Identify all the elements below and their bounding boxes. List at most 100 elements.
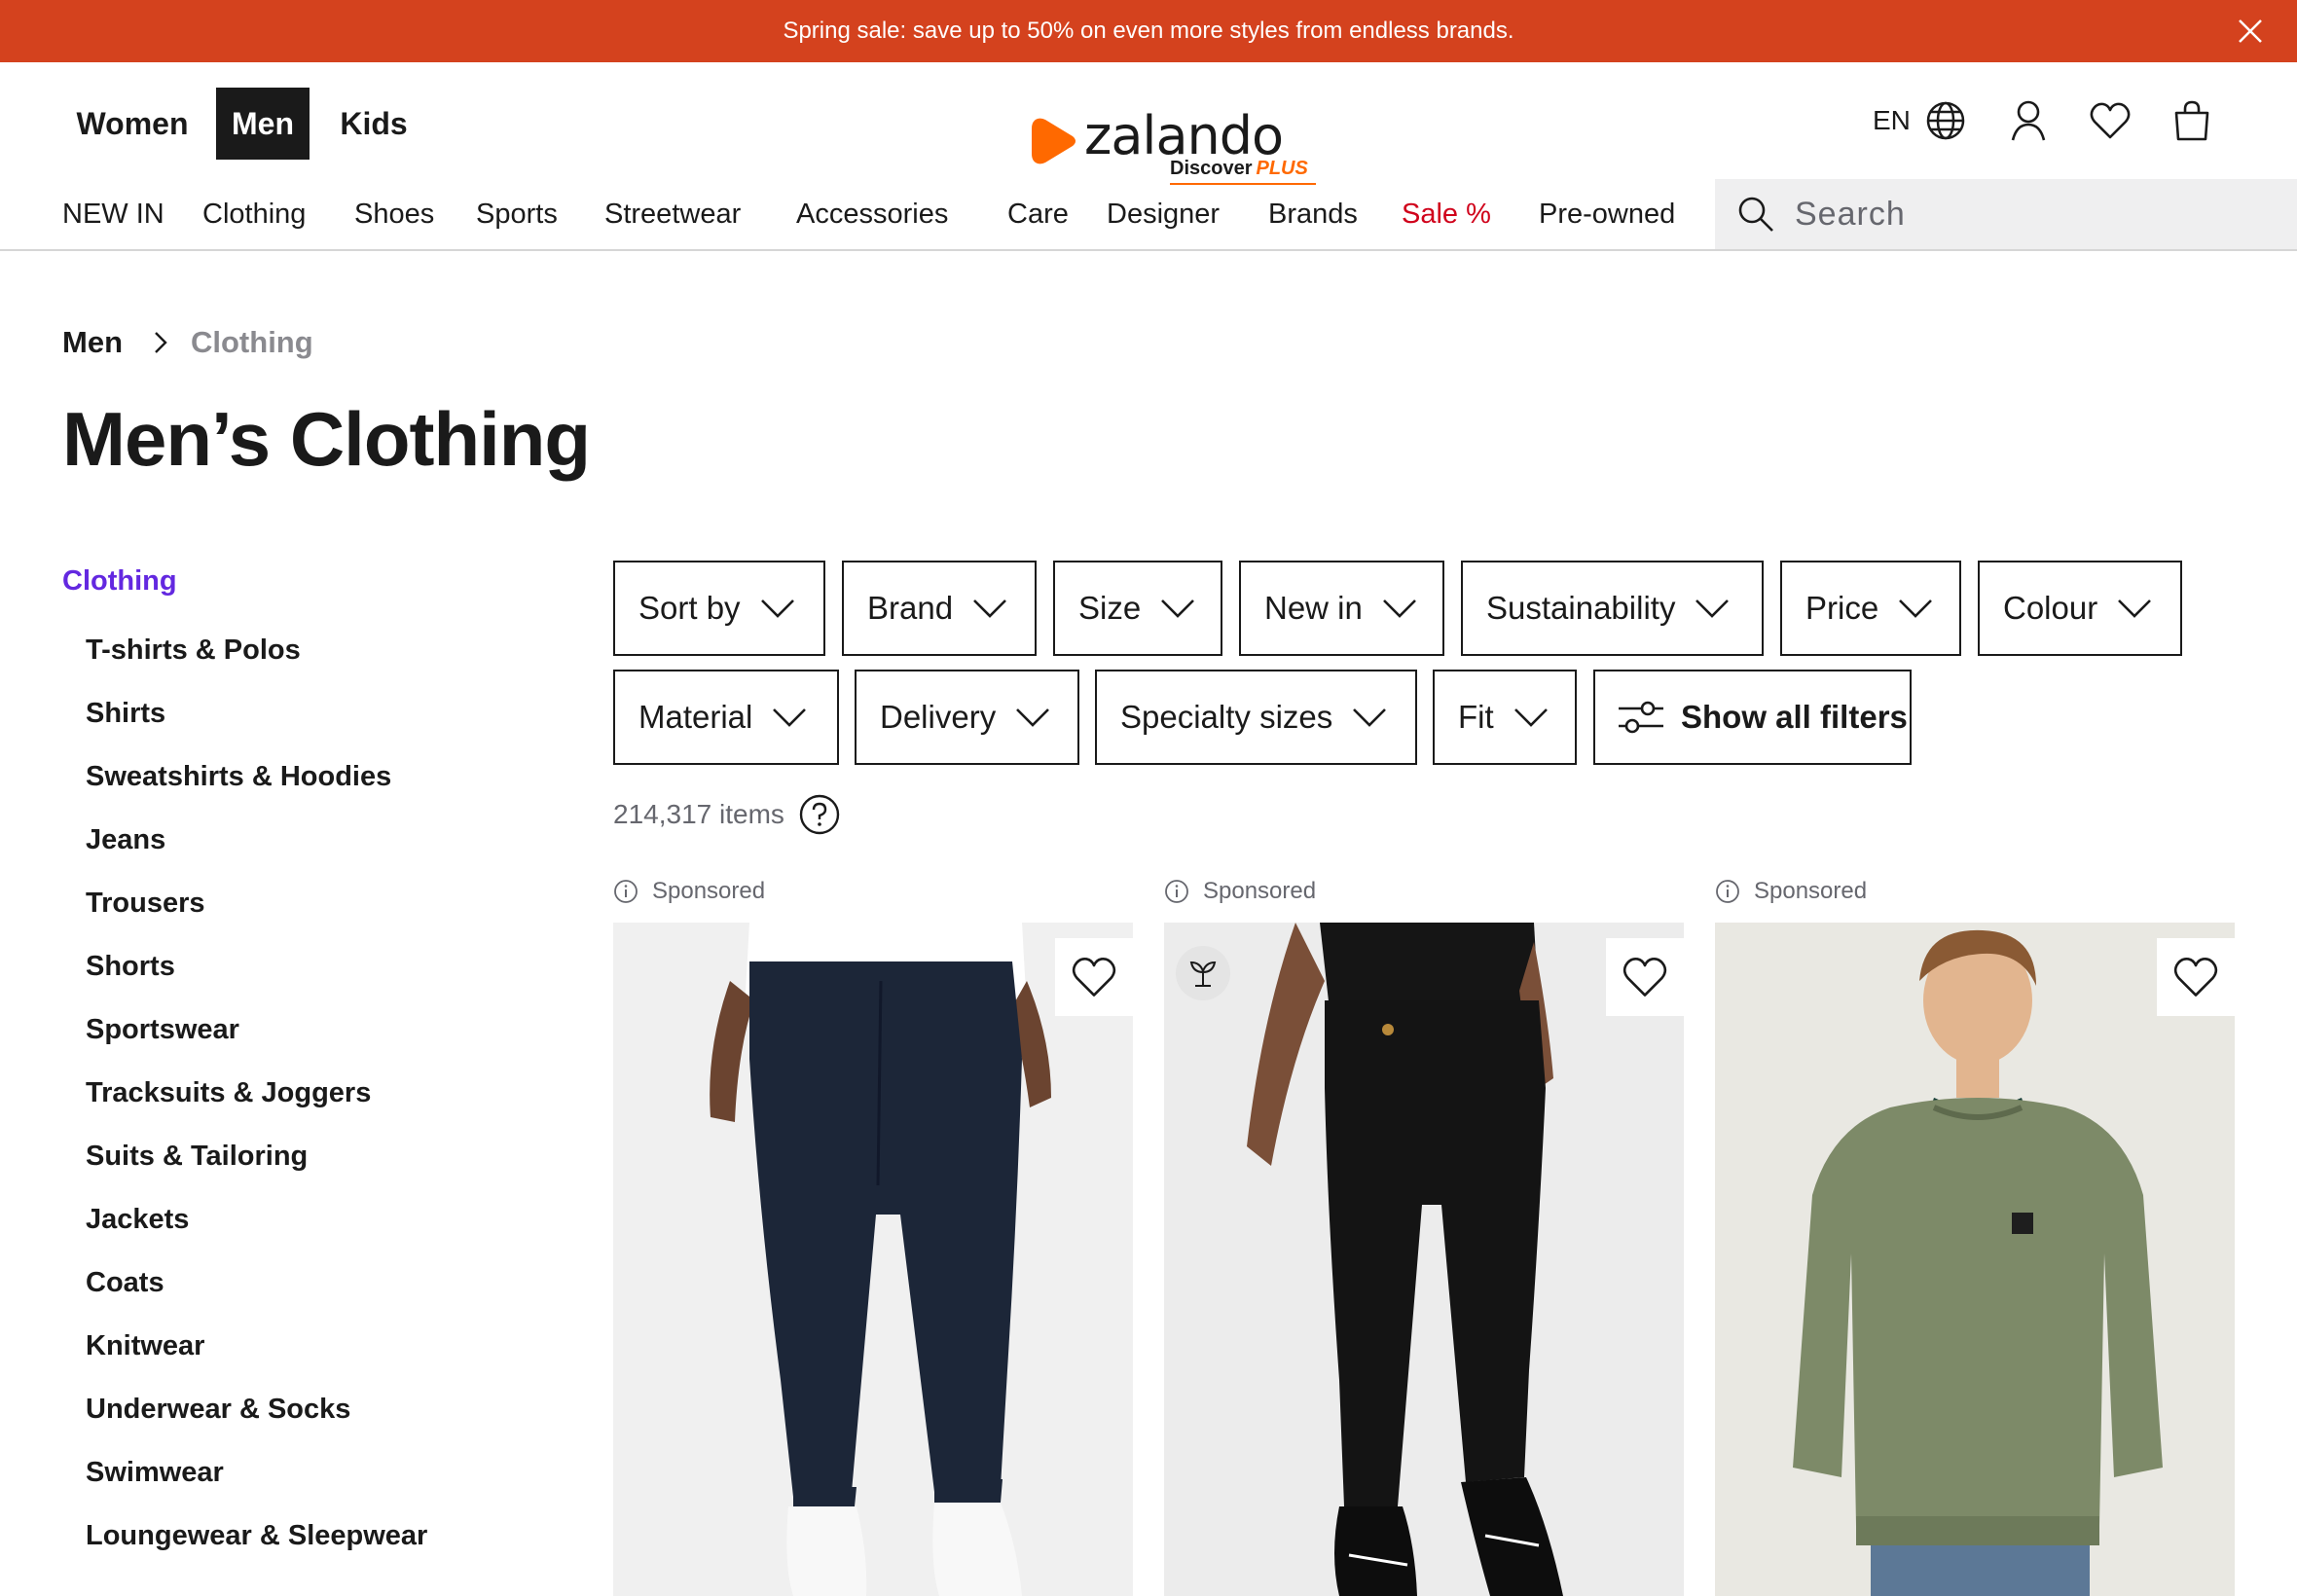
heart-icon[interactable] (2089, 99, 2132, 142)
sponsored-label[interactable]: Sponsored (1164, 878, 1316, 905)
chevron-down-icon (1693, 597, 1732, 620)
filter-material[interactable]: Material (613, 670, 839, 765)
chevron-down-icon (2115, 597, 2154, 620)
chevron-right-icon (152, 330, 169, 355)
gender-tab-kids[interactable]: Kids (325, 88, 422, 160)
sponsored-label[interactable]: Sponsored (1715, 878, 1867, 905)
user-icon[interactable] (2007, 99, 2050, 142)
wishlist-heart-icon[interactable] (1606, 938, 1684, 1016)
filter-colour[interactable]: Colour (1978, 561, 2182, 656)
chevron-down-icon (1380, 597, 1419, 620)
sidebar-item-jackets[interactable]: Jackets (86, 1188, 549, 1251)
filter-label: Brand (867, 590, 954, 626)
filter-fit[interactable]: Fit (1433, 670, 1577, 765)
filter-label: Size (1078, 590, 1142, 626)
breadcrumb-current: Clothing (191, 325, 313, 359)
filter-new-in[interactable]: New in (1239, 561, 1444, 656)
sidebar-item-underwear-socks[interactable]: Underwear & Socks (86, 1378, 549, 1441)
nav-accessories[interactable]: Accessories (796, 199, 948, 231)
wishlist-heart-icon[interactable] (1055, 938, 1133, 1016)
filter-brand[interactable]: Brand (842, 561, 1037, 656)
sidebar-item-trousers[interactable]: Trousers (86, 872, 549, 935)
sidebar-item-swimwear[interactable]: Swimwear (86, 1441, 549, 1505)
filter-specialty-sizes[interactable]: Specialty sizes (1095, 670, 1417, 765)
filter-label: Sustainability (1486, 590, 1676, 626)
wishlist-heart-icon[interactable] (2157, 938, 2235, 1016)
nav-clothing[interactable]: Clothing (202, 199, 306, 231)
sustainability-sprout-icon (1176, 946, 1230, 1000)
search-icon (1736, 195, 1775, 234)
chevron-down-icon (1013, 706, 1052, 729)
product-card[interactable] (1164, 923, 1684, 1596)
search-input[interactable] (1795, 195, 2262, 234)
sidebar: Clothing T-shirts & Polos Shirts Sweatsh… (62, 555, 549, 1568)
nav-sale[interactable]: Sale % (1402, 199, 1491, 231)
sidebar-heading-clothing[interactable]: Clothing (62, 555, 549, 607)
sidebar-item-sportswear[interactable]: Sportswear (86, 998, 549, 1062)
filter-label: New in (1264, 590, 1363, 626)
product-image (613, 923, 1133, 1596)
sponsored-text: Sponsored (1203, 878, 1317, 904)
sidebar-item-suits-tailoring[interactable]: Suits & Tailoring (86, 1125, 549, 1188)
sidebar-item-jeans[interactable]: Jeans (86, 809, 549, 872)
filter-size[interactable]: Size (1053, 561, 1222, 656)
gender-tab-women[interactable]: Women (62, 88, 202, 160)
zalando-logo-icon (1032, 118, 1076, 164)
header-actions: EN (1873, 91, 1967, 150)
sidebar-item-shirts[interactable]: Shirts (86, 682, 549, 745)
filter-label: Material (638, 699, 753, 735)
filter-sustainability[interactable]: Sustainability (1461, 561, 1764, 656)
help-circle-icon[interactable] (798, 793, 841, 836)
search-bar[interactable] (1715, 179, 2297, 249)
sidebar-item-knitwear[interactable]: Knitwear (86, 1315, 549, 1378)
nav-pre-owned[interactable]: Pre-owned (1539, 199, 1675, 231)
filter-label: Specialty sizes (1120, 699, 1333, 735)
show-all-filters-button[interactable]: Show all filters (1593, 670, 1912, 765)
filter-sort-by[interactable]: Sort by (613, 561, 825, 656)
sponsored-text: Sponsored (1754, 878, 1868, 904)
chevron-down-icon (770, 706, 809, 729)
product-card[interactable] (1715, 923, 2235, 1596)
nav-brands[interactable]: Brands (1268, 199, 1358, 231)
chevron-down-icon (758, 597, 797, 620)
nav-new-in[interactable]: NEW IN (62, 199, 164, 231)
language-label[interactable]: EN (1873, 105, 1911, 136)
header-cart (2170, 91, 2213, 150)
nav-designer[interactable]: Designer (1107, 199, 1220, 231)
filter-delivery[interactable]: Delivery (855, 670, 1079, 765)
nav-streetwear[interactable]: Streetwear (604, 199, 741, 231)
filter-label: Price (1805, 590, 1879, 626)
product-card[interactable] (613, 923, 1133, 1596)
nav-care[interactable]: Care (1007, 199, 1069, 231)
chevron-down-icon (970, 597, 1009, 620)
product-image (1164, 923, 1684, 1596)
filter-label: Colour (2003, 590, 2098, 626)
info-icon (1715, 879, 1740, 904)
breadcrumb-men[interactable]: Men (62, 325, 123, 360)
filter-price[interactable]: Price (1780, 561, 1961, 656)
sidebar-item-sweatshirts-hoodies[interactable]: Sweatshirts & Hoodies (86, 745, 549, 809)
close-icon[interactable] (2233, 14, 2268, 49)
logo-subtitle: Discover PLUS (1170, 158, 1308, 179)
header: Women Men Kids zalando Discover PLUS EN (0, 62, 2297, 185)
results-count-label: 214,317 items (613, 799, 784, 829)
globe-icon[interactable] (1924, 99, 1967, 142)
nav-shoes[interactable]: Shoes (354, 199, 434, 231)
breadcrumb: Men Clothing (62, 325, 313, 360)
sidebar-item-tshirts-polos[interactable]: T-shirts & Polos (86, 619, 549, 682)
sidebar-item-coats[interactable]: Coats (86, 1251, 549, 1315)
sponsored-label[interactable]: Sponsored (613, 878, 765, 905)
sponsored-text: Sponsored (652, 878, 766, 904)
sidebar-item-shorts[interactable]: Shorts (86, 935, 549, 998)
nav-sports[interactable]: Sports (476, 199, 558, 231)
shopping-bag-icon[interactable] (2170, 99, 2213, 142)
sidebar-item-tracksuits-joggers[interactable]: Tracksuits & Joggers (86, 1062, 549, 1125)
promo-banner[interactable]: Spring sale: save up to 50% on even more… (0, 0, 2297, 62)
category-nav: NEW IN Clothing Shoes Sports Streetwear … (0, 179, 2297, 251)
filter-sliders-icon (1617, 698, 1665, 737)
header-wishlist (2089, 91, 2132, 150)
gender-tab-men[interactable]: Men (216, 88, 310, 160)
sidebar-item-loungewear-sleepwear[interactable]: Loungewear & Sleepwear (86, 1505, 549, 1568)
chevron-down-icon (1158, 597, 1197, 620)
chevron-down-icon (1896, 597, 1935, 620)
